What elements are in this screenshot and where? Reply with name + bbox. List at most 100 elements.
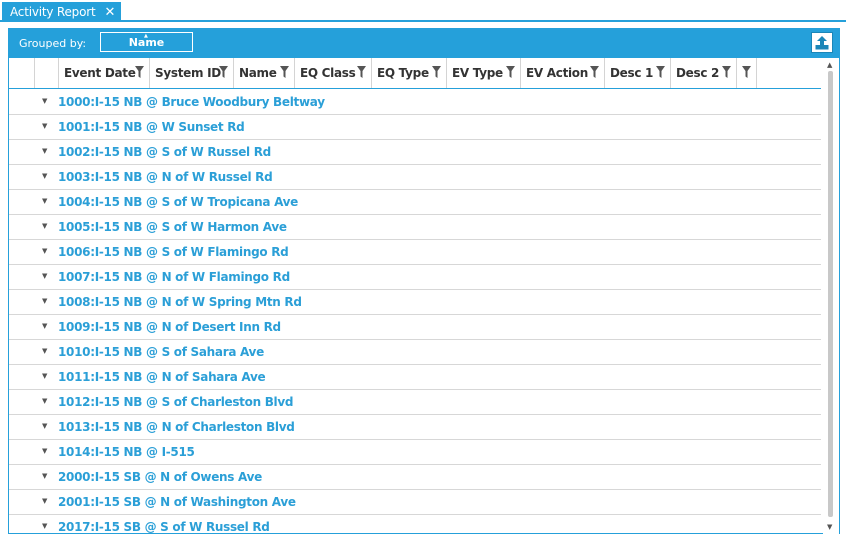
group-row[interactable]: ▼ 1001:I-15 NB @ W Sunset Rd — [9, 115, 821, 140]
row-indent-cell — [9, 315, 35, 340]
column-header-label: Desc 2 — [676, 66, 720, 80]
group-row-label[interactable]: 2017:I-15 SB @ S of W Russel Rd — [58, 520, 270, 534]
group-row-label[interactable]: 1004:I-15 NB @ S of W Tropicana Ave — [58, 195, 298, 209]
row-indent-cell — [9, 415, 35, 440]
group-row[interactable]: ▼ 1008:I-15 NB @ N of W Spring Mtn Rd — [9, 290, 821, 315]
tab-activity-report[interactable]: Activity Report ✕ — [2, 2, 122, 22]
group-row[interactable]: ▼ 1010:I-15 NB @ S of Sahara Ave — [9, 340, 821, 365]
chevron-down-icon[interactable]: ▼ — [42, 497, 47, 505]
column-header-eq-class[interactable]: EQ Class — [295, 58, 372, 88]
group-row[interactable]: ▼ 1004:I-15 NB @ S of W Tropicana Ave — [9, 190, 821, 215]
chevron-down-icon[interactable]: ▼ — [42, 422, 47, 430]
group-row-label[interactable]: 1007:I-15 NB @ N of W Flamingo Rd — [58, 270, 290, 284]
group-row[interactable]: ▼ 1009:I-15 NB @ N of Desert Inn Rd — [9, 315, 821, 340]
chevron-down-icon[interactable]: ▼ — [42, 122, 47, 130]
group-row-label[interactable]: 1003:I-15 NB @ N of W Russel Rd — [58, 170, 273, 184]
chevron-down-icon[interactable]: ▼ — [42, 347, 47, 355]
chevron-down-icon[interactable]: ▼ — [42, 172, 47, 180]
group-row-label[interactable]: 1002:I-15 NB @ S of W Russel Rd — [58, 145, 271, 159]
group-row-label[interactable]: 1008:I-15 NB @ N of W Spring Mtn Rd — [58, 295, 302, 309]
group-row-label[interactable]: 2001:I-15 SB @ N of Washington Ave — [58, 495, 296, 509]
group-row[interactable]: ▼ 2017:I-15 SB @ S of W Russel Rd — [9, 515, 821, 534]
group-row[interactable]: ▼ 1000:I-15 NB @ Bruce Woodbury Beltway — [9, 90, 821, 115]
group-row[interactable]: ▼ 2000:I-15 SB @ N of Owens Ave — [9, 465, 821, 490]
group-row-label[interactable]: 1012:I-15 NB @ S of Charleston Blvd — [58, 395, 293, 409]
close-icon[interactable]: ✕ — [104, 6, 115, 19]
column-header-eq-type[interactable]: EQ Type — [372, 58, 447, 88]
scroll-down-icon[interactable]: ▼ — [827, 523, 832, 531]
column-header-ev-type[interactable]: EV Type — [447, 58, 521, 88]
chevron-down-icon[interactable]: ▼ — [42, 322, 47, 330]
row-indent-cell — [9, 290, 35, 315]
group-row[interactable]: ▼ 1012:I-15 NB @ S of Charleston Blvd — [9, 390, 821, 415]
group-row-label[interactable]: 2000:I-15 SB @ N of Owens Ave — [58, 470, 262, 484]
row-indent-cell — [9, 90, 35, 115]
chevron-down-icon[interactable]: ▼ — [42, 522, 47, 530]
filter-icon[interactable] — [722, 66, 731, 78]
column-header-system-id[interactable]: System ID — [150, 58, 234, 88]
chevron-down-icon[interactable]: ▼ — [42, 97, 47, 105]
column-header-label: System ID — [155, 66, 221, 80]
group-row[interactable]: ▼ 2001:I-15 SB @ N of Washington Ave — [9, 490, 821, 515]
column-header-row: Event Date System ID Name EQ Class EQ Ty… — [9, 58, 821, 89]
chevron-down-icon[interactable]: ▼ — [42, 372, 47, 380]
scrollbar-thumb[interactable] — [828, 71, 833, 517]
filter-icon[interactable] — [432, 66, 441, 78]
group-row[interactable]: ▼ 1013:I-15 NB @ N of Charleston Blvd — [9, 415, 821, 440]
scroll-up-icon[interactable]: ▲ — [827, 61, 832, 69]
row-indent-cell — [9, 440, 35, 465]
filter-icon[interactable] — [280, 66, 289, 78]
group-row[interactable]: ▼ 1011:I-15 NB @ N of Sahara Ave — [9, 365, 821, 390]
column-header-desc-1[interactable]: Desc 1 — [605, 58, 671, 88]
group-row-label[interactable]: 1011:I-15 NB @ N of Sahara Ave — [58, 370, 266, 384]
chevron-down-icon[interactable]: ▼ — [42, 222, 47, 230]
column-header-label: EQ Type — [377, 66, 429, 80]
row-indent-cell — [9, 165, 35, 190]
tab-strip: Activity Report ✕ — [0, 0, 846, 22]
export-button[interactable] — [811, 32, 833, 53]
group-row[interactable]: ▼ 1003:I-15 NB @ N of W Russel Rd — [9, 165, 821, 190]
vertical-scrollbar[interactable]: ▲ ▼ — [823, 58, 839, 534]
chevron-down-icon[interactable]: ▼ — [42, 247, 47, 255]
header-indent-cell — [9, 58, 35, 88]
group-row[interactable]: ▼ 1002:I-15 NB @ S of W Russel Rd — [9, 140, 821, 165]
group-row-label[interactable]: 1001:I-15 NB @ W Sunset Rd — [58, 120, 245, 134]
chevron-down-icon[interactable]: ▼ — [42, 397, 47, 405]
row-indent-cell — [9, 365, 35, 390]
row-indent-cell — [9, 215, 35, 240]
group-row[interactable]: ▼ 1005:I-15 NB @ S of W Harmon Ave — [9, 215, 821, 240]
filter-icon[interactable] — [135, 66, 144, 78]
column-header-ev-action[interactable]: EV Action — [521, 58, 605, 88]
group-row-label[interactable]: 1009:I-15 NB @ N of Desert Inn Rd — [58, 320, 281, 334]
row-indent-cell — [9, 490, 35, 515]
grid-panel: Grouped by: ▲ Name Event Date System ID … — [8, 28, 840, 534]
column-header-event-date[interactable]: Event Date — [59, 58, 150, 88]
chevron-down-icon[interactable]: ▼ — [42, 147, 47, 155]
filter-icon[interactable] — [357, 66, 366, 78]
column-header-label: EQ Class — [300, 66, 356, 80]
column-header-desc-2[interactable]: Desc 2 — [671, 58, 737, 88]
group-row-label[interactable]: 1010:I-15 NB @ S of Sahara Ave — [58, 345, 264, 359]
filter-icon[interactable] — [742, 66, 751, 78]
chevron-down-icon[interactable]: ▼ — [42, 297, 47, 305]
chevron-down-icon[interactable]: ▼ — [42, 272, 47, 280]
header-expander-cell — [35, 58, 59, 88]
group-row[interactable]: ▼ 1007:I-15 NB @ N of W Flamingo Rd — [9, 265, 821, 290]
column-header-name[interactable]: Name — [234, 58, 295, 88]
group-row[interactable]: ▼ 1006:I-15 NB @ S of W Flamingo Rd — [9, 240, 821, 265]
group-row-label[interactable]: 1013:I-15 NB @ N of Charleston Blvd — [58, 420, 295, 434]
filter-icon[interactable] — [219, 66, 228, 78]
group-chip-name[interactable]: ▲ Name — [100, 32, 193, 52]
filter-icon[interactable] — [590, 66, 599, 78]
chevron-down-icon[interactable]: ▼ — [42, 197, 47, 205]
group-row-label[interactable]: 1000:I-15 NB @ Bruce Woodbury Beltway — [58, 95, 325, 109]
chevron-down-icon[interactable]: ▼ — [42, 447, 47, 455]
column-header-extra[interactable] — [737, 58, 757, 88]
group-row-label[interactable]: 1014:I-15 NB @ I-515 — [58, 445, 195, 459]
filter-icon[interactable] — [656, 66, 665, 78]
group-row[interactable]: ▼ 1014:I-15 NB @ I-515 — [9, 440, 821, 465]
filter-icon[interactable] — [506, 66, 515, 78]
group-row-label[interactable]: 1006:I-15 NB @ S of W Flamingo Rd — [58, 245, 289, 259]
group-row-label[interactable]: 1005:I-15 NB @ S of W Harmon Ave — [58, 220, 287, 234]
chevron-down-icon[interactable]: ▼ — [42, 472, 47, 480]
